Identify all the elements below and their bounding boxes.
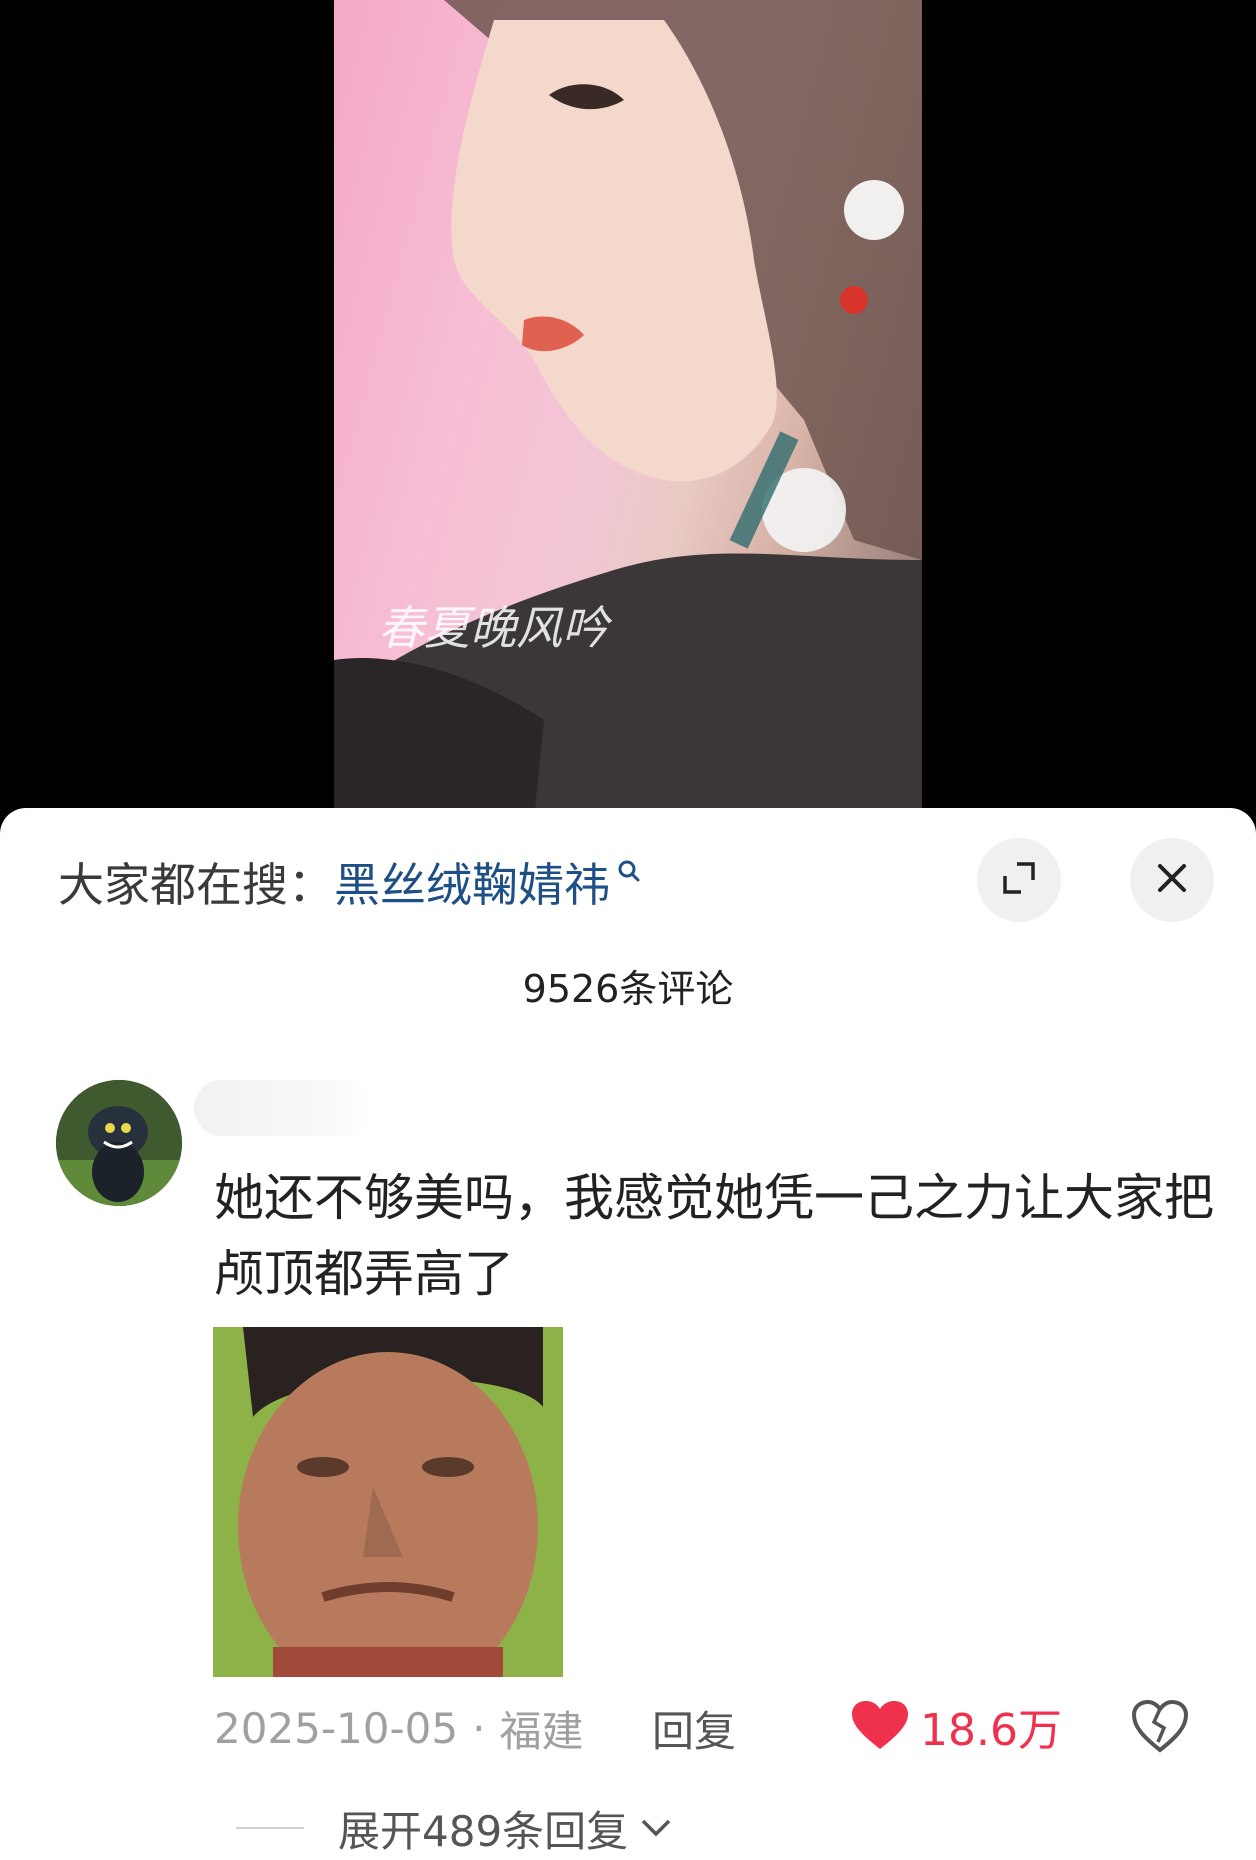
expand-replies-label: 展开489条回复: [338, 1806, 629, 1856]
comment-location: 福建: [499, 1706, 584, 1756]
close-button[interactable]: [1130, 838, 1214, 922]
comment-text: 她还不够美吗，我感觉她凭一己之力让大家把颅顶都弄高了: [214, 1169, 1214, 1303]
fullscreen-icon: [999, 858, 1039, 902]
dislike-button[interactable]: [1130, 1696, 1190, 1756]
meme-face-image: [213, 1327, 563, 1677]
like-count: 18.6万: [920, 1705, 1062, 1756]
avatar-image: [56, 1080, 182, 1206]
fullscreen-button[interactable]: [977, 838, 1061, 922]
video-frame[interactable]: 春夏晚风吟: [334, 0, 922, 820]
trending-search-prefix: 大家都在搜：: [58, 858, 334, 912]
video-player[interactable]: 春夏晚风吟: [0, 0, 1256, 820]
expand-divider: [236, 1827, 304, 1829]
heart-icon: [852, 1701, 908, 1751]
reply-button[interactable]: 回复: [652, 1700, 736, 1756]
trending-search-term[interactable]: 黑丝绒鞠婧祎: [334, 849, 610, 915]
video-still: [334, 0, 922, 820]
close-icon: [1154, 860, 1190, 900]
username-blurred[interactable]: [194, 1080, 374, 1136]
comment-meta: 2025-10-05 · 福建: [214, 1700, 583, 1756]
comment-image[interactable]: [213, 1327, 563, 1677]
avatar[interactable]: [56, 1080, 182, 1206]
broken-heart-icon: [1130, 1699, 1190, 1760]
like-button[interactable]: 18.6万: [852, 1696, 1062, 1756]
video-watermark: 春夏晚风吟: [378, 601, 608, 655]
expand-replies-button[interactable]: 展开489条回复: [236, 1800, 672, 1856]
trending-search-bar[interactable]: 大家都在搜： 黑丝绒鞠婧祎: [58, 852, 642, 912]
search-icon: [616, 841, 642, 895]
comment-count-title: 9526条评论: [522, 967, 734, 1011]
meta-separator: ·: [472, 1703, 486, 1753]
chevron-down-icon: [640, 1818, 672, 1838]
comment-date: 2025-10-05: [214, 1703, 459, 1753]
